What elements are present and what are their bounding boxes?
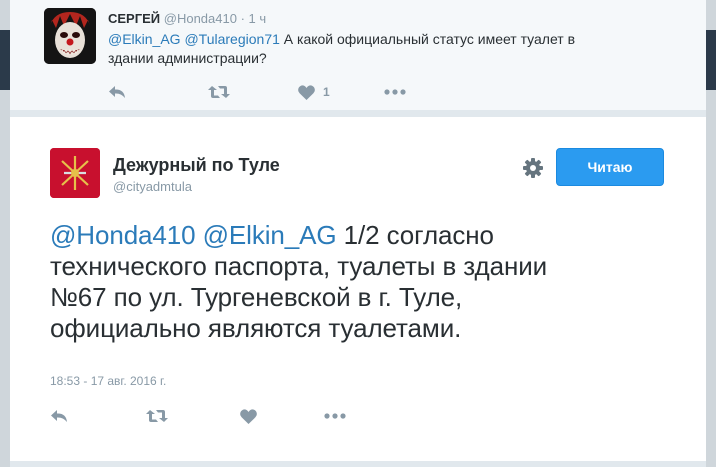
like-button[interactable]: 1 xyxy=(298,82,330,102)
retweet-button[interactable] xyxy=(146,406,168,426)
user-handle[interactable]: @Honda410 xyxy=(164,11,237,26)
retweet-icon xyxy=(208,86,230,98)
more-button[interactable] xyxy=(384,82,406,102)
tweet-text-body-line2: здании администрации? xyxy=(108,50,267,66)
more-icon xyxy=(384,89,406,95)
avatar[interactable] xyxy=(44,8,96,64)
heart-icon xyxy=(298,84,315,100)
separator: · xyxy=(240,11,245,26)
mention-link[interactable]: @Tularegion71 xyxy=(184,31,279,47)
tweet-text-body: А какой официальный статус имеет туалет … xyxy=(283,31,576,47)
page-backdrop-dark-right xyxy=(706,30,716,90)
mention-link[interactable]: @Honda410 xyxy=(50,220,196,250)
coat-of-arms-icon xyxy=(50,148,100,198)
tweet-actions: 1 xyxy=(108,82,408,102)
tweet-time[interactable]: 1 ч xyxy=(249,11,267,26)
main-tweet: Дежурный по Туле @cityadmtula Читаю @Hon… xyxy=(10,116,706,467)
reply-icon xyxy=(51,410,67,422)
mention-link[interactable]: @Elkin_AG xyxy=(108,31,181,47)
tweet-text-line: технического паспорта, туалеты в здании xyxy=(50,251,548,281)
user-name[interactable]: СЕРГЕЙ xyxy=(108,11,160,26)
user-name[interactable]: Дежурный по Туле xyxy=(113,155,280,176)
heart-icon xyxy=(240,408,257,424)
avatar[interactable] xyxy=(50,148,100,198)
user-handle[interactable]: @cityadmtula xyxy=(113,179,192,194)
like-button[interactable] xyxy=(240,406,257,426)
tweet-text-line: @Honda410 @Elkin_AG 1/2 согласно xyxy=(50,220,630,251)
tweet-header: СЕРГЕЙ @Honda410 · 1 ч xyxy=(108,11,266,26)
page-backdrop-dark-left xyxy=(0,30,10,90)
mention-link[interactable]: @Elkin_AG xyxy=(203,220,337,250)
reply-icon xyxy=(109,86,125,98)
tweet-text: @Honda410 @Elkin_AG 1/2 согласно техниче… xyxy=(50,220,630,344)
tweet-text-body: 1/2 согласно xyxy=(343,220,494,250)
tweet-text: @Elkin_AG @Tularegion71 А какой официаль… xyxy=(108,30,648,68)
settings-button[interactable] xyxy=(522,157,544,179)
retweet-icon xyxy=(146,410,168,422)
more-icon xyxy=(324,413,346,419)
tweet-actions xyxy=(50,406,370,428)
parent-tweet[interactable]: СЕРГЕЙ @Honda410 · 1 ч @Elkin_AG @Tulare… xyxy=(10,0,706,110)
reply-button[interactable] xyxy=(50,406,68,426)
gear-icon xyxy=(523,158,543,178)
reply-button[interactable] xyxy=(108,82,126,102)
tweet-text-line: №67 по ул. Тургеневской в г. Туле, xyxy=(50,282,463,312)
more-button[interactable] xyxy=(324,406,346,426)
following-button[interactable]: Читаю xyxy=(556,148,664,186)
tweet-timestamp[interactable]: 18:53 - 17 авг. 2016 г. xyxy=(50,374,166,388)
divider xyxy=(10,461,706,467)
retweet-button[interactable] xyxy=(208,82,230,102)
like-count: 1 xyxy=(323,85,330,99)
tweet-text-line: официально являются туалетами. xyxy=(50,313,462,343)
